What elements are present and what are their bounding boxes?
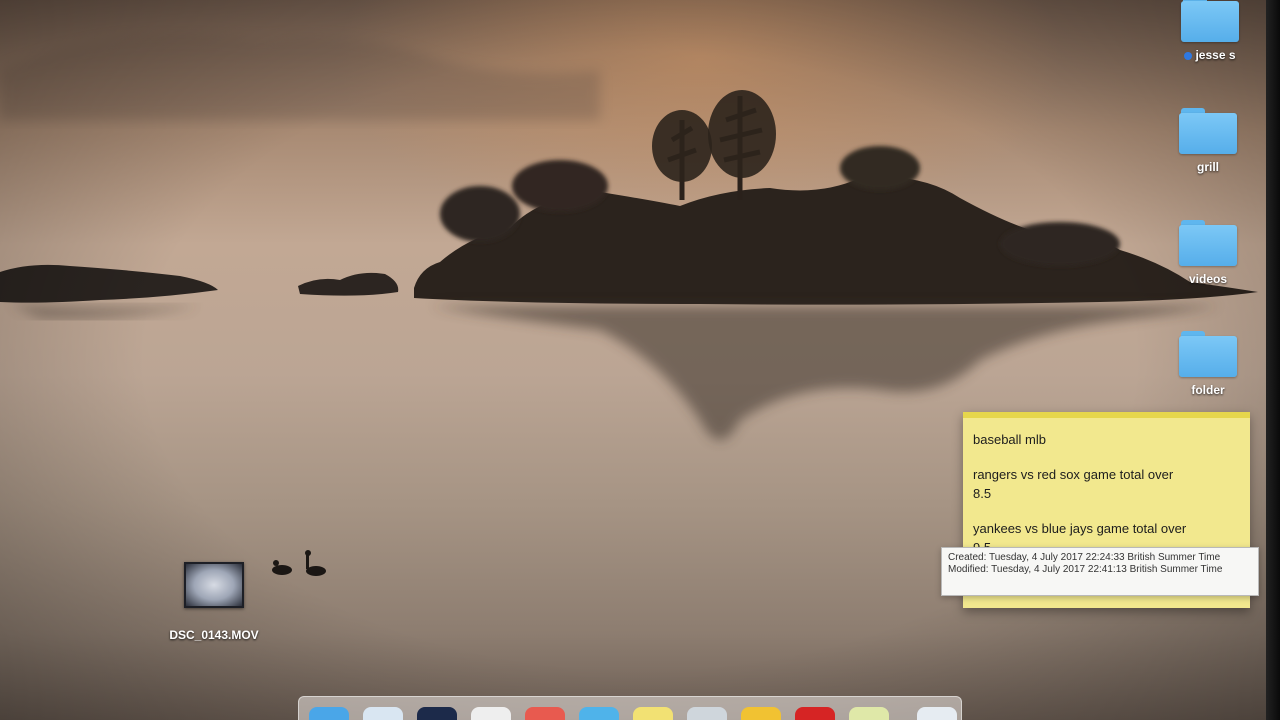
preview-icon[interactable] xyxy=(687,707,727,720)
safari-icon[interactable] xyxy=(363,707,403,720)
video-thumbnail-icon xyxy=(184,562,244,608)
trash-icon[interactable] xyxy=(917,707,957,720)
folder-folder[interactable]: folder xyxy=(1168,331,1248,397)
blue-tag-icon xyxy=(1184,51,1193,60)
note-line: yankees vs blue jays game total over xyxy=(973,521,1187,536)
folder-icon xyxy=(1179,108,1237,154)
folder-grill[interactable]: grill xyxy=(1168,108,1248,174)
dock xyxy=(298,696,962,720)
chrome-icon[interactable] xyxy=(741,707,781,720)
note-line: baseball mlb xyxy=(973,432,1046,447)
folder-icon xyxy=(1179,220,1237,266)
stickies-icon[interactable] xyxy=(849,707,889,720)
terminal-icon[interactable] xyxy=(417,707,457,720)
textedit-icon[interactable] xyxy=(471,707,511,720)
folder-videos[interactable]: videos xyxy=(1168,220,1248,286)
opera-icon[interactable] xyxy=(795,707,835,720)
app-store-icon[interactable] xyxy=(579,707,619,720)
video-file[interactable]: DSC_0143.MOV xyxy=(166,562,262,642)
folder-icon xyxy=(1181,0,1239,42)
folder-label: jesse s xyxy=(1170,48,1250,62)
notes-icon[interactable] xyxy=(633,707,673,720)
file-label: DSC_0143.MOV xyxy=(169,628,259,642)
ducks xyxy=(272,550,326,576)
calendar-icon[interactable] xyxy=(525,707,565,720)
note-info-tooltip: Created: Tuesday, 4 July 2017 22:24:33 B… xyxy=(941,547,1259,596)
screen-bezel xyxy=(1266,0,1280,720)
modified-timestamp: Modified: Tuesday, 4 July 2017 22:41:13 … xyxy=(948,564,1223,575)
folder-label: grill xyxy=(1196,160,1219,174)
desktop: jesse s grill videos folder DSC_0143.MOV… xyxy=(0,0,1280,720)
note-line: rangers vs red sox game total over xyxy=(973,467,1174,482)
finder-icon[interactable] xyxy=(309,707,349,720)
folder-label: videos xyxy=(1188,272,1227,286)
folder-icon xyxy=(1179,331,1237,377)
folder-jesse-s[interactable]: jesse s xyxy=(1170,0,1250,62)
folder-label: folder xyxy=(1191,383,1225,397)
note-line: 8.5 xyxy=(973,486,992,501)
created-timestamp: Created: Tuesday, 4 July 2017 22:24:33 B… xyxy=(948,552,1221,563)
